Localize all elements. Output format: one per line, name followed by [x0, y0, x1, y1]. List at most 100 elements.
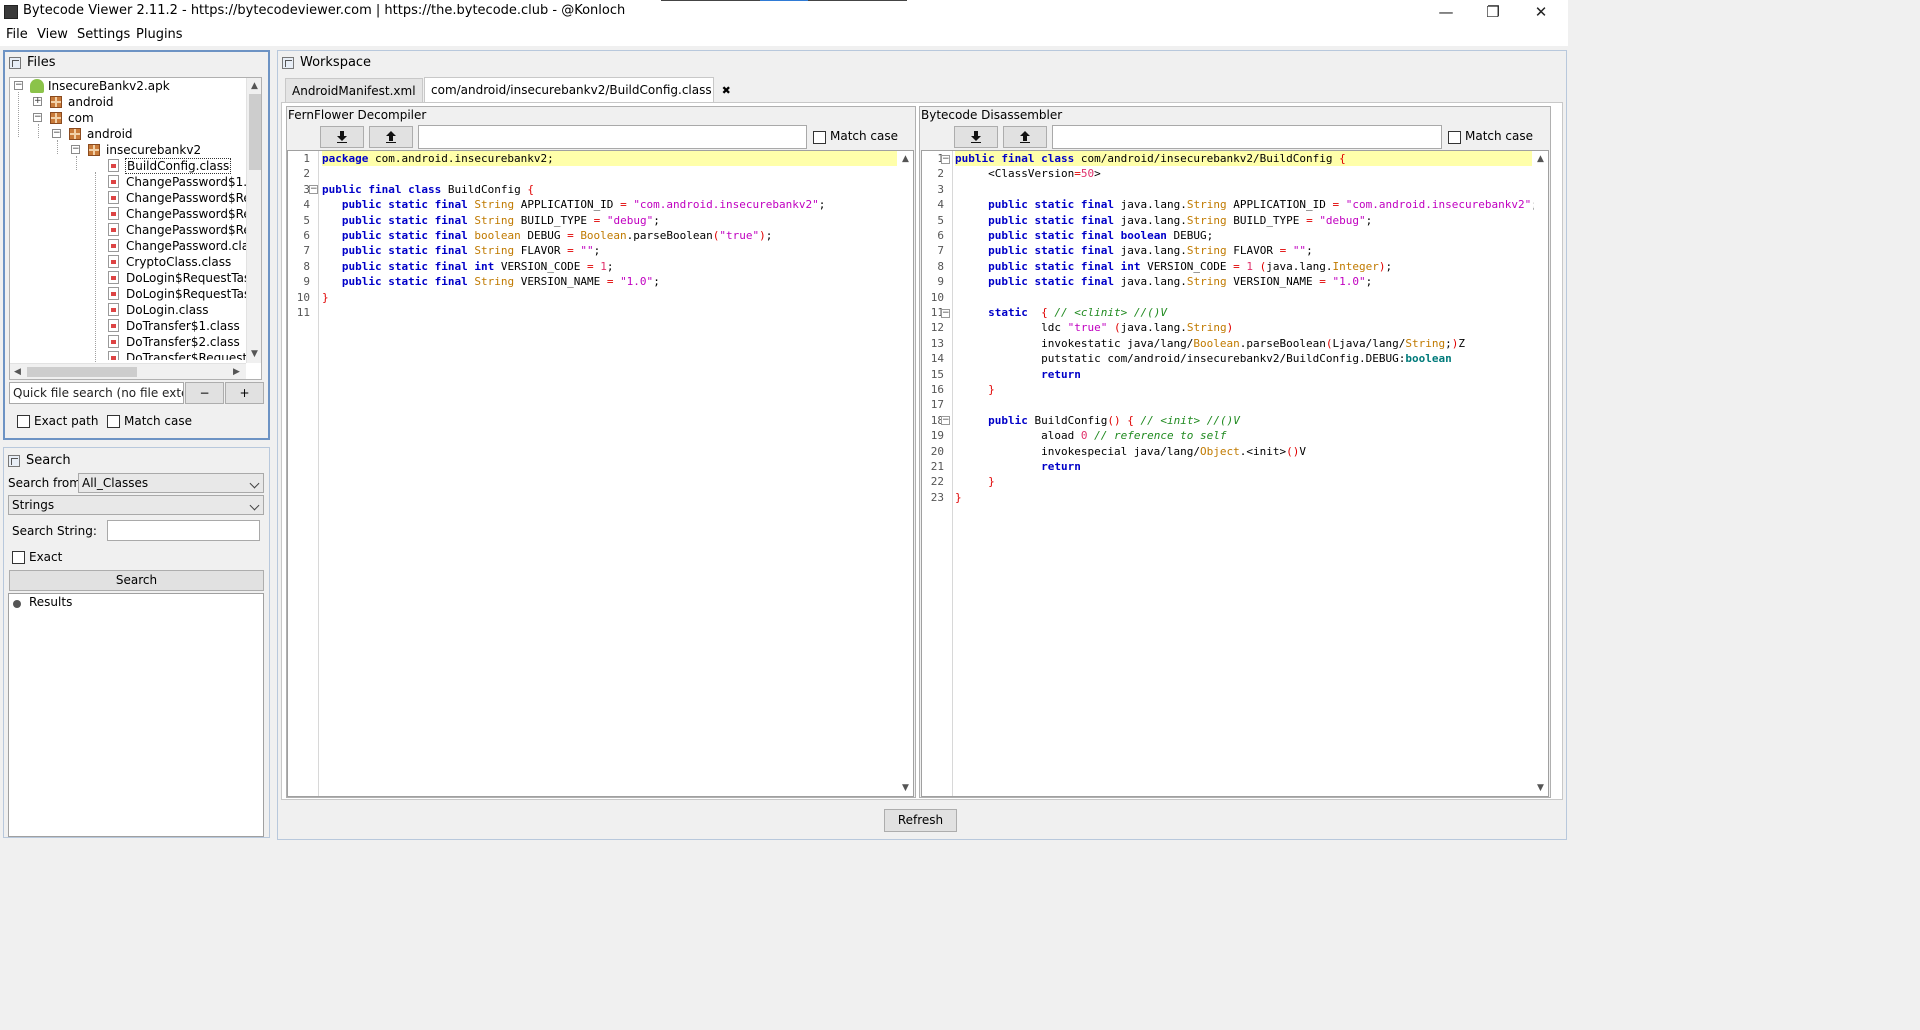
- scroll-up-icon[interactable]: ▲: [1537, 154, 1544, 164]
- file-tree-horizontal-scrollbar[interactable]: ◀ ▶: [10, 363, 246, 379]
- tree-node-class[interactable]: DoLogin$RequestTask: [10, 270, 257, 286]
- panel-icon: [9, 57, 21, 69]
- decompiler-import-button[interactable]: [369, 126, 413, 148]
- tree-node-class[interactable]: CryptoClass.class: [10, 254, 250, 270]
- scrollbar-thumb[interactable]: [249, 94, 261, 170]
- line-number: 23: [930, 490, 944, 504]
- disassembler-find-input[interactable]: [1052, 125, 1442, 149]
- tree-node-class[interactable]: ChangePassword$Rec: [10, 190, 257, 206]
- file-tree[interactable]: − InsecureBankv2.apk + android − com − a…: [9, 77, 262, 380]
- scroll-down-icon[interactable]: ▼: [1537, 783, 1544, 793]
- scroll-down-icon[interactable]: ▼: [251, 349, 258, 359]
- tree-node-class[interactable]: ChangePassword$Rec: [10, 222, 257, 238]
- disassembler-vertical-scrollbar[interactable]: ▲ ▼: [1534, 151, 1548, 796]
- file-match-case-checkbox[interactable]: [107, 415, 120, 428]
- tree-node-class[interactable]: DoLogin$RequestTask: [10, 286, 257, 302]
- tree-node-class[interactable]: DoTransfer$2.class: [10, 334, 250, 350]
- scroll-down-icon[interactable]: ▼: [902, 783, 909, 793]
- disassembler-import-button[interactable]: [1003, 126, 1047, 148]
- line-number: 8: [303, 259, 310, 273]
- title-bar: Bytecode Viewer 2.11.2 - https://bytecod…: [0, 0, 1568, 24]
- menu-settings[interactable]: Settings: [77, 27, 130, 42]
- file-tree-vertical-scrollbar[interactable]: ▲ ▼: [246, 78, 261, 363]
- decompiler-export-button[interactable]: [320, 126, 364, 148]
- quick-file-search-input[interactable]: Quick file search (no file extens: [9, 382, 184, 404]
- files-panel-title: Files: [27, 55, 56, 70]
- line-number: 10: [930, 290, 944, 304]
- class-file-icon: [108, 239, 119, 252]
- code-line: }: [955, 490, 962, 504]
- code-line: aload 0 // reference to self: [955, 429, 1227, 443]
- decompiler-vertical-scrollbar[interactable]: ▲ ▼: [899, 151, 913, 796]
- minimize-button[interactable]: —: [1423, 0, 1469, 24]
- tree-node-class[interactable]: DoLogin.class: [10, 302, 250, 318]
- scroll-up-icon[interactable]: ▲: [251, 81, 258, 91]
- class-file-icon: [108, 191, 119, 204]
- menu-view[interactable]: View: [37, 27, 68, 42]
- fold-toggle-icon[interactable]: −: [941, 416, 950, 425]
- expand-all-button[interactable]: +: [225, 382, 264, 404]
- collapse-toggle-icon[interactable]: −: [71, 145, 80, 154]
- exact-path-checkbox[interactable]: [17, 415, 30, 428]
- decompiler-code-editor[interactable]: 1 2 3 4 5 6 7 8 9 10 11 − package com.an…: [287, 150, 914, 797]
- scroll-right-icon[interactable]: ▶: [233, 367, 240, 377]
- collapse-toggle-icon[interactable]: −: [14, 81, 23, 90]
- tree-node-class[interactable]: ChangePassword.clas: [10, 238, 255, 254]
- disassembler-match-case-checkbox[interactable]: [1448, 131, 1461, 144]
- tree-node-label: ChangePassword$Rec: [126, 191, 258, 205]
- decompiler-find-input[interactable]: [418, 125, 807, 149]
- tab-buildconfig-class[interactable]: com/android/insecurebankv2/BuildConfig.c…: [424, 77, 731, 102]
- menu-file[interactable]: File: [6, 27, 28, 42]
- code-line: return: [1041, 367, 1081, 381]
- expand-toggle-icon[interactable]: +: [33, 97, 42, 106]
- disassembler-code-editor[interactable]: 1 2 3 4 5 6 7 8 9 10 11 12 13 14 15 16 1…: [921, 150, 1549, 797]
- refresh-button[interactable]: Refresh: [884, 809, 957, 832]
- chevron-down-icon: [249, 500, 260, 511]
- tree-node-label: android: [87, 127, 133, 141]
- search-type-dropdown[interactable]: Strings: [8, 495, 264, 515]
- search-string-input[interactable]: [107, 520, 260, 541]
- tree-node-class[interactable]: ChangePassword$Rec: [10, 206, 257, 222]
- search-from-value: All_Classes: [82, 476, 149, 490]
- line-number: 3: [303, 182, 310, 196]
- close-button[interactable]: ✕: [1518, 0, 1564, 24]
- results-node-label: Results: [29, 595, 73, 609]
- collapse-toggle-icon[interactable]: −: [52, 129, 61, 138]
- disassembler-line-gutter: 1 2 3 4 5 6 7 8 9 10 11 12 13 14 15 16 1…: [922, 151, 953, 796]
- tree-node-class[interactable]: DoTransfer$1.class: [10, 318, 250, 334]
- tree-node-com-android[interactable]: − android: [10, 126, 250, 142]
- tree-node-label: CryptoClass.class: [126, 255, 232, 269]
- tree-node-label: com: [68, 111, 94, 125]
- disassembler-export-button[interactable]: [954, 126, 998, 148]
- collapse-toggle-icon[interactable]: −: [33, 113, 42, 122]
- tree-node-com[interactable]: − com: [10, 110, 250, 126]
- close-tab-icon[interactable]: ✖: [722, 84, 731, 97]
- maximize-button[interactable]: ❐: [1470, 0, 1516, 24]
- tree-node-class[interactable]: DoTransfer$RequestD: [10, 350, 250, 360]
- search-panel-header: Search: [4, 448, 269, 474]
- code-line: return: [1041, 460, 1081, 473]
- line-number: 5: [937, 213, 944, 227]
- menu-plugins[interactable]: Plugins: [136, 27, 183, 42]
- code-line: putstatic com/android/insecurebankv2/Bui…: [955, 352, 1452, 366]
- tree-node-class[interactable]: BuildConfig.class: [10, 158, 250, 174]
- search-button[interactable]: Search: [9, 570, 264, 591]
- exact-checkbox[interactable]: [12, 551, 25, 564]
- class-file-icon: [108, 287, 119, 300]
- collapse-all-button[interactable]: −: [185, 382, 224, 404]
- fold-toggle-icon[interactable]: −: [309, 185, 318, 194]
- scroll-up-icon[interactable]: ▲: [902, 154, 909, 164]
- tree-node-class[interactable]: ChangePassword$1.c: [10, 174, 254, 190]
- tree-node-apk[interactable]: − InsecureBankv2.apk: [10, 78, 250, 94]
- decompiler-match-case-checkbox[interactable]: [813, 131, 826, 144]
- search-results-tree[interactable]: Results: [8, 593, 264, 837]
- scrollbar-thumb[interactable]: [27, 367, 137, 377]
- scroll-left-icon[interactable]: ◀: [14, 367, 21, 377]
- tab-android-manifest[interactable]: AndroidManifest.xml✖: [285, 78, 435, 102]
- line-number: 21: [930, 460, 944, 473]
- tree-node-insecurebankv2[interactable]: − insecurebankv2: [10, 142, 250, 158]
- tree-node-android[interactable]: + android: [10, 94, 250, 110]
- fold-toggle-icon[interactable]: −: [941, 309, 950, 318]
- fold-toggle-icon[interactable]: −: [941, 155, 950, 164]
- search-from-dropdown[interactable]: All_Classes: [78, 473, 264, 493]
